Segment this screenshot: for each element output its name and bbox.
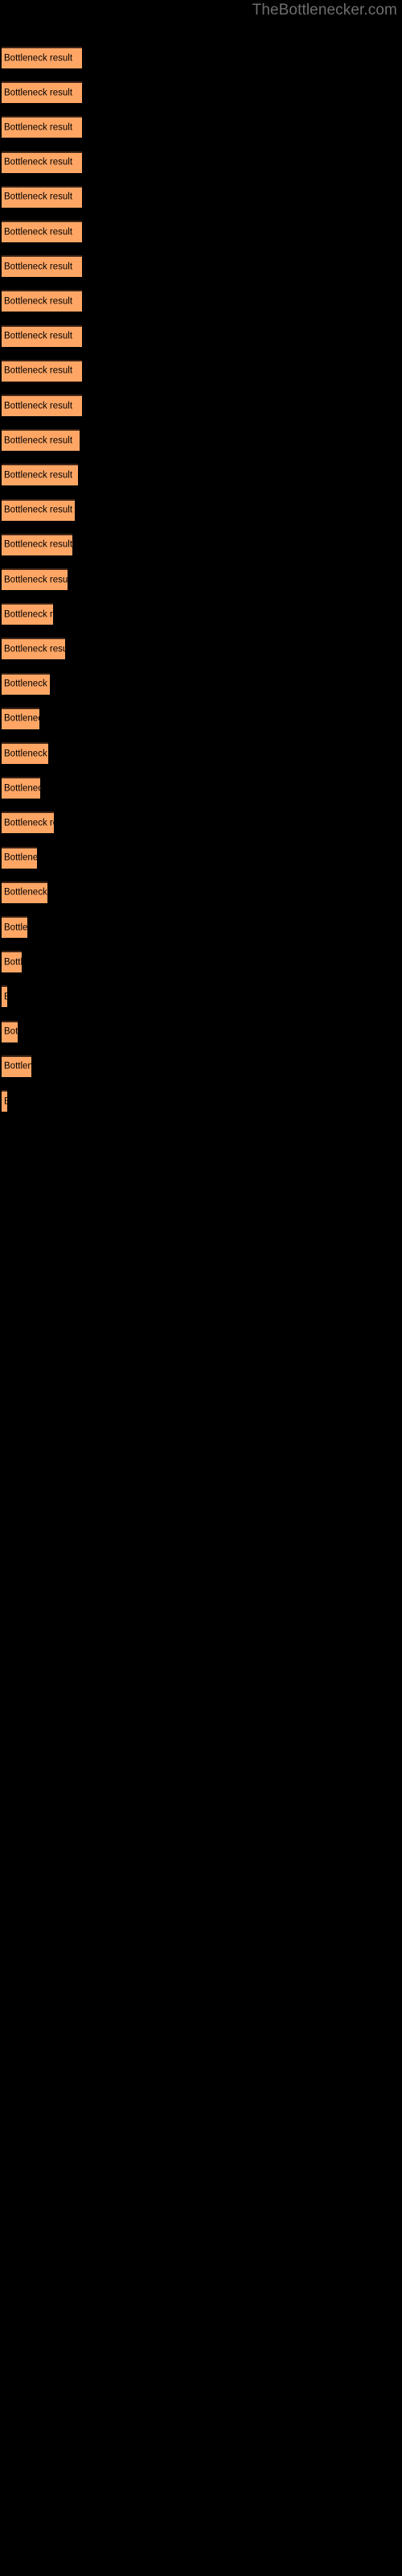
bar-label: Bottleneck result <box>4 365 73 376</box>
bar-label: Bottleneck result <box>4 818 54 828</box>
bar-item[interactable]: Bottleneck result <box>2 777 40 799</box>
bar-item[interactable]: Bottleneck result <box>2 533 72 555</box>
bar-label: Bottleneck result <box>4 331 73 341</box>
bar-label: Bottleneck result <box>4 401 73 411</box>
bar-label: Bottleneck result <box>4 1096 7 1107</box>
bar-label: Bottleneck result <box>4 470 73 481</box>
bar-item[interactable]: Bottleneck result <box>2 359 82 382</box>
bar-label: Bottleneck result <box>4 679 50 689</box>
bar-item[interactable]: Bottleneck result <box>2 638 65 660</box>
bar-label: Bottleneck result <box>4 783 40 794</box>
bar-item[interactable]: Bottleneck result <box>2 707 39 729</box>
bar-label: Bottleneck result <box>4 713 39 724</box>
bar-item[interactable]: Bottleneck result <box>2 394 82 416</box>
bar-item[interactable]: Bottleneck result <box>2 1020 18 1042</box>
bottleneck-result-chart-page: TheBottlenecker.com Bottleneck result Bot… <box>0 0 402 2576</box>
bar-label: Bottleneck result <box>4 539 72 550</box>
bar-label: Bottleneck result <box>4 575 68 584</box>
bar-item[interactable]: Bottleneck result <box>2 568 68 590</box>
bar-label: Bottleneck result <box>4 262 73 272</box>
bar-label: Bottleneck result <box>4 157 73 167</box>
bar-label: Bottleneck result <box>4 1026 18 1037</box>
bar-item[interactable]: Bottleneck result <box>2 603 53 625</box>
bar-item[interactable]: Bottleneck result <box>2 429 80 452</box>
bar-item[interactable]: Bottleneck result <box>2 81 82 104</box>
bar-label: Bottleneck result <box>4 192 73 202</box>
bar-label: Bottleneck result <box>4 296 73 307</box>
bar-chart-bars: Bottleneck result Bottleneck result Bottle… <box>0 0 402 2576</box>
bar-label: Bottleneck result <box>4 992 7 1002</box>
bar-label: Bottleneck result <box>4 1061 31 1071</box>
bar-item[interactable]: Bottleneck result <box>2 916 27 938</box>
bar-label: Bottleneck result <box>4 122 73 133</box>
bar-label: Bottleneck result <box>4 749 48 758</box>
bar-item[interactable]: Bottleneck result <box>2 672 50 695</box>
bar-label: Bottleneck result <box>4 53 73 63</box>
bar-item[interactable]: Bottleneck result <box>2 811 54 834</box>
bar-item[interactable]: Bottleneck result <box>2 324 82 347</box>
bar-label: Bottleneck result <box>4 957 22 968</box>
bar-item[interactable]: Bottleneck result <box>2 498 75 521</box>
bar-item[interactable]: Bottleneck result <box>2 221 82 242</box>
bar-label: Bottleneck result <box>4 88 73 98</box>
bar-item[interactable]: Bottleneck result <box>2 742 48 764</box>
bar-item[interactable]: Bottleneck result <box>2 116 82 138</box>
bar-item[interactable]: Bottleneck result <box>2 1090 7 1112</box>
bar-item[interactable]: Bottleneck result <box>2 290 82 312</box>
bar-item[interactable]: Bottleneck result <box>2 47 82 68</box>
bar-label: Bottleneck result <box>4 609 53 620</box>
bar-item[interactable]: Bottleneck result <box>2 951 22 973</box>
bar-item[interactable]: Bottleneck result <box>2 255 82 278</box>
bar-item[interactable]: Bottleneck result <box>2 846 37 869</box>
bar-label: Bottleneck result <box>4 852 37 863</box>
bar-item[interactable]: Bottleneck result <box>2 1055 31 1077</box>
bar-label: Bottleneck result <box>4 923 27 932</box>
bar-item[interactable]: Bottleneck result <box>2 464 78 486</box>
bar-item[interactable]: Bottleneck result <box>2 151 82 173</box>
bar-label: Bottleneck result <box>4 436 73 446</box>
bar-label: Bottleneck result <box>4 227 73 237</box>
bar-label: Bottleneck result <box>4 887 47 898</box>
bar-label: Bottleneck result <box>4 505 73 515</box>
bar-label: Bottleneck result <box>4 644 65 654</box>
bar-item[interactable]: Bottleneck result <box>2 985 7 1008</box>
bar-item[interactable]: Bottleneck result <box>2 185 82 208</box>
bar-item[interactable]: Bottleneck result <box>2 881 47 903</box>
